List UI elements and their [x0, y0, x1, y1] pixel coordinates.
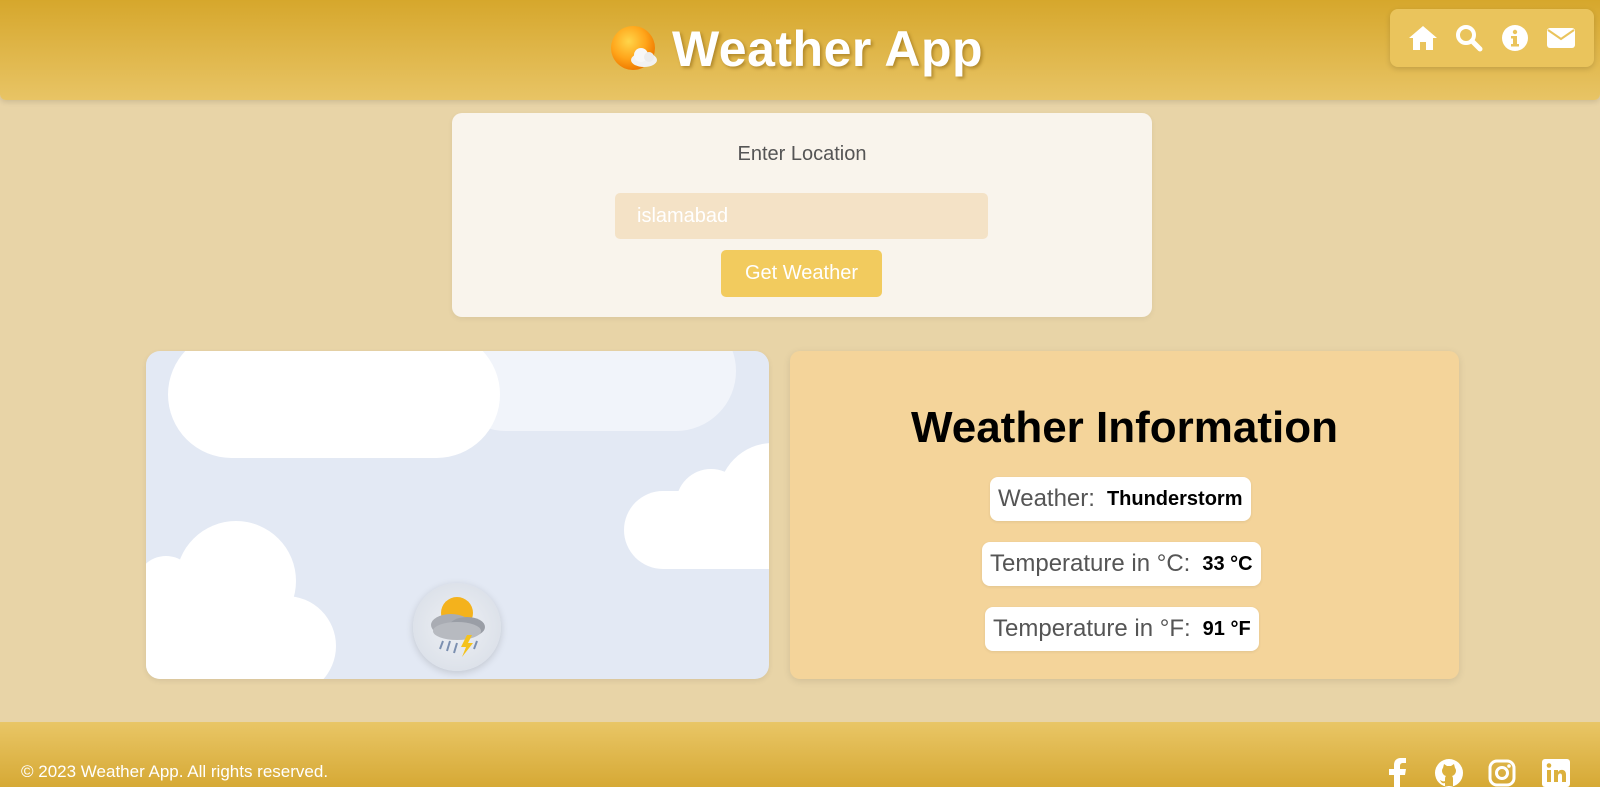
home-icon[interactable]	[1408, 23, 1438, 53]
sun-cloud-icon	[610, 24, 660, 74]
temperature-celsius-row: Temperature in °C: 33 °C	[982, 542, 1261, 586]
app-header: Weather App	[0, 0, 1600, 100]
thunderstorm-icon	[413, 583, 501, 671]
cloud	[168, 351, 500, 458]
github-icon[interactable]	[1434, 758, 1464, 787]
location-search-card: Enter Location Get Weather	[452, 113, 1152, 317]
temperature-fahrenheit-label: Temperature in °F:	[993, 615, 1191, 642]
temperature-celsius-label: Temperature in °C:	[990, 550, 1191, 577]
location-label: Enter Location	[737, 143, 867, 165]
linkedin-icon[interactable]	[1541, 758, 1571, 787]
sky-panel	[146, 351, 769, 679]
weather-condition-value: Thunderstorm	[1106, 487, 1243, 510]
weather-condition-label: Weather:	[998, 485, 1095, 512]
top-nav	[1390, 9, 1594, 67]
copyright-text: © 2023 Weather App. All rights reserved.	[21, 762, 329, 781]
temperature-fahrenheit-row: Temperature in °F: 91 °F	[985, 607, 1259, 651]
weather-info-card: Weather Information Weather: Thunderstor…	[790, 351, 1459, 679]
app-footer: © 2023 Weather App. All rights reserved.	[0, 722, 1600, 787]
location-input[interactable]	[615, 193, 988, 239]
temperature-celsius-value: 33 °C	[1202, 552, 1253, 575]
instagram-icon[interactable]	[1487, 758, 1517, 787]
get-weather-button[interactable]: Get Weather	[721, 250, 882, 297]
app-title: Weather App	[672, 21, 984, 77]
search-icon[interactable]	[1454, 23, 1484, 53]
cloud	[146, 591, 306, 679]
weather-condition-row: Weather: Thunderstorm	[990, 477, 1251, 521]
temperature-fahrenheit-value: 91 °F	[1202, 617, 1251, 640]
facebook-icon[interactable]	[1382, 758, 1412, 787]
info-icon[interactable]	[1500, 23, 1530, 53]
envelope-icon[interactable]	[1546, 23, 1576, 53]
brand: Weather App	[610, 18, 983, 80]
weather-info-title: Weather Information	[910, 403, 1338, 452]
